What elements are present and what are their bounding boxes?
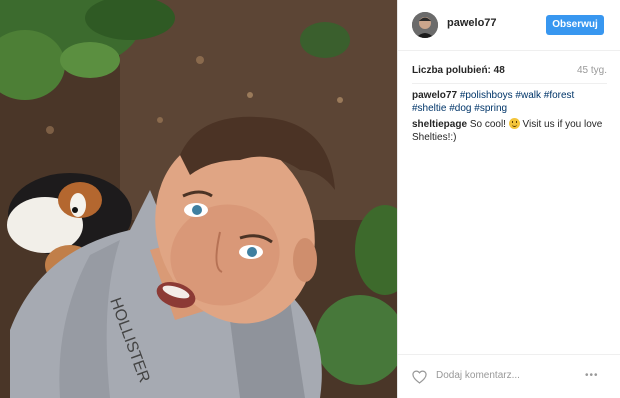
comment-item: sheltiepage So cool! Visit us if you lov… bbox=[412, 118, 610, 144]
username-link[interactable]: pawelo77 bbox=[447, 17, 497, 29]
post-caption: pawelo77 #polishboys #walk #forest #shel… bbox=[412, 89, 610, 115]
avatar-image bbox=[412, 12, 438, 38]
hashtag-link[interactable]: #dog bbox=[449, 103, 471, 114]
hashtag-link[interactable]: #walk bbox=[515, 90, 541, 101]
post-header: pawelo77 Obserwuj bbox=[398, 0, 620, 51]
add-comment-input[interactable]: Dodaj komentarz... bbox=[436, 370, 520, 381]
divider bbox=[412, 83, 607, 84]
post-image: HOLLISTER bbox=[0, 0, 397, 398]
likes-count[interactable]: Liczba polubień: 48 bbox=[412, 65, 505, 76]
hashtag-link[interactable]: #forest bbox=[544, 90, 575, 101]
likes-row: Liczba polubień: 48 45 tyg. bbox=[412, 65, 607, 79]
follow-button[interactable]: Obserwuj bbox=[546, 15, 604, 35]
post-footer: Dodaj komentarz... ••• bbox=[398, 354, 620, 398]
more-options-icon[interactable]: ••• bbox=[585, 370, 599, 381]
avatar[interactable] bbox=[412, 12, 438, 38]
smiley-emoji-icon bbox=[508, 118, 520, 129]
hashtag-link[interactable]: #sheltie bbox=[412, 103, 446, 114]
post-photo[interactable]: HOLLISTER bbox=[0, 0, 397, 398]
post-details-panel: pawelo77 Obserwuj Liczba polubień: 48 45… bbox=[397, 0, 620, 398]
hashtag-link[interactable]: #polishboys bbox=[460, 90, 513, 101]
hashtag-link[interactable]: #spring bbox=[474, 103, 507, 114]
caption-author-link[interactable]: pawelo77 bbox=[412, 90, 457, 101]
comment-text-start: So cool! bbox=[469, 119, 506, 130]
heart-icon[interactable] bbox=[412, 370, 427, 384]
post-time[interactable]: 45 tyg. bbox=[577, 65, 607, 76]
comment-author-link[interactable]: sheltiepage bbox=[412, 119, 467, 130]
